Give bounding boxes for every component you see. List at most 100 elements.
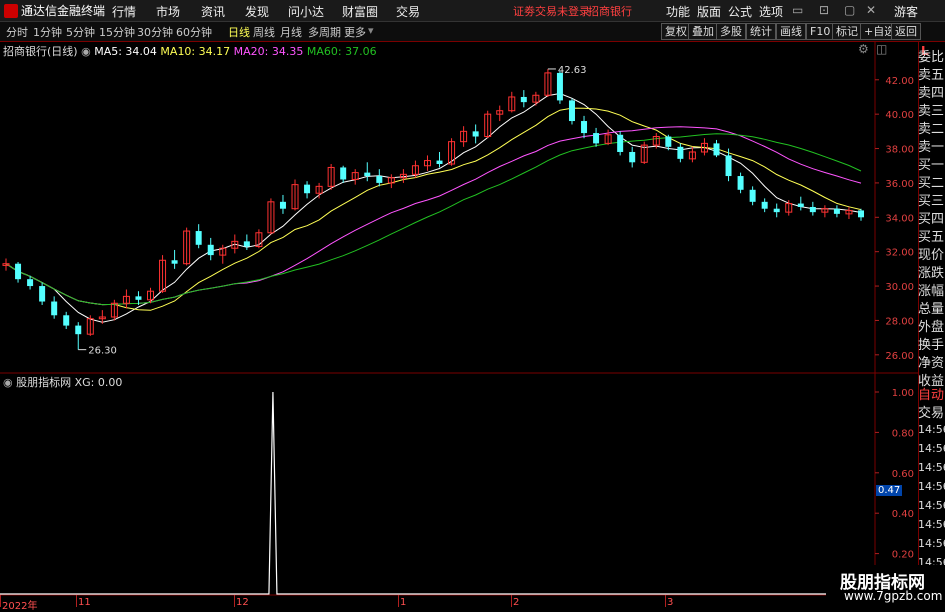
ytick-label: 42.00 (885, 76, 914, 87)
candle-body (436, 160, 443, 165)
candle-body (677, 146, 684, 159)
overlay-button[interactable]: 叠加 (688, 23, 718, 40)
menu-item-faxian[interactable]: 发现 (245, 3, 269, 20)
restore-icon[interactable]: ⊡ (819, 3, 829, 17)
quote-label: 委比 (918, 50, 945, 65)
menu-item-banmian[interactable]: 版面 (697, 3, 721, 20)
maximize-icon[interactable]: ▢ (844, 3, 855, 17)
candle-body (665, 136, 672, 147)
quote-label: 外盘 (918, 320, 945, 335)
menu-item-zixun[interactable]: 资讯 (201, 3, 225, 20)
period-more[interactable]: 更多 (344, 24, 366, 40)
trade-time: 14:56 (918, 537, 945, 550)
period-15min[interactable]: 15分钟 (99, 24, 135, 40)
trade-label[interactable]: 交易 (918, 402, 944, 421)
candle-body (617, 134, 624, 152)
menu-item-gongshi[interactable]: 公式 (728, 3, 752, 20)
ma-line-ma10 (5, 107, 862, 311)
quote-label: 现价 (918, 248, 945, 263)
candle-body (304, 184, 311, 194)
indicator-xg: XG: 0.00 (74, 376, 123, 389)
stats-button[interactable]: 统计 (746, 23, 776, 40)
back-button[interactable]: 返回 (891, 23, 921, 40)
candle-body (243, 241, 250, 247)
candle-body (773, 208, 780, 213)
candle-body (39, 286, 46, 302)
menu-item-wenxiaoda[interactable]: 问小达 (288, 3, 324, 20)
legend-ma20: MA20: 34.35 (233, 45, 304, 58)
menu-item-jiaoyi[interactable]: 交易 (396, 3, 420, 20)
expand-icon[interactable]: ◫ (876, 42, 887, 56)
candle-body (713, 143, 720, 156)
ytick-label: 32.00 (885, 248, 914, 259)
menu-item-caifuquan[interactable]: 财富圈 (342, 3, 378, 20)
settings-icon[interactable]: ⚙ (858, 42, 869, 56)
legend-ma10: MA10: 34.17 (160, 45, 231, 58)
menu-item-gongneng[interactable]: 功能 (666, 3, 690, 20)
sub-ytick-label: 0.60 (892, 469, 914, 480)
sub-ytick-label: 0.20 (892, 550, 914, 561)
period-1min[interactable]: 1分钟 (33, 24, 62, 40)
candle-body (63, 315, 70, 326)
chevron-down-icon[interactable]: ▾ (368, 24, 374, 37)
period-60min[interactable]: 60分钟 (176, 24, 212, 40)
multi-stock-button[interactable]: 多股 (716, 23, 746, 40)
period-weekly[interactable]: 周线 (253, 24, 275, 40)
sub-ytick-label: 1.00 (892, 388, 914, 399)
fuquan-button[interactable]: 复权 (661, 23, 691, 40)
f10-button[interactable]: F10 (806, 23, 835, 40)
sub-toggle-icon[interactable]: ◉ (3, 376, 13, 389)
broker-name[interactable]: 招商银行 (588, 3, 632, 19)
quote-label: 买二 (918, 176, 945, 191)
xg-signal-line (0, 391, 875, 595)
candle-body (568, 100, 575, 122)
mark-button[interactable]: 标记 (832, 23, 862, 40)
date-label: 12 (236, 597, 249, 608)
candle-body (279, 201, 286, 209)
candle-body (809, 206, 816, 213)
kline-chart[interactable]: 42.00 40.00 38.00 36.00 34.00 32.00 30.00 28.00… (0, 42, 918, 609)
app-title: 通达信金融终端 (4, 2, 105, 19)
candle-body (472, 131, 479, 137)
date-label: 3 (667, 597, 674, 608)
period-30min[interactable]: 30分钟 (137, 24, 173, 40)
period-daily[interactable]: 日线 (228, 24, 250, 40)
trade-time: 14:56 (918, 423, 945, 436)
ytick-label: 38.00 (885, 145, 914, 156)
minimize-icon[interactable]: ▭ (792, 3, 803, 17)
menu-item-xuanxiang[interactable]: 选项 (759, 3, 783, 20)
trade-label[interactable]: 自动 (918, 384, 944, 403)
candle-body (51, 301, 58, 316)
quote-label: 净资 (918, 356, 945, 371)
quote-label: 涨幅 (918, 284, 945, 299)
legend-toggle-icon[interactable]: ◉ (81, 45, 91, 58)
quote-label: 买四 (918, 212, 945, 227)
period-fenshi[interactable]: 分时 (6, 24, 28, 40)
candle-body (15, 263, 22, 280)
watermark: 股朋指标网 www.7gpzb.com (826, 565, 945, 609)
draw-button[interactable]: 画线 (776, 23, 806, 40)
period-5min[interactable]: 5分钟 (66, 24, 95, 40)
candle-body (376, 176, 383, 183)
date-tick (0, 595, 1, 607)
period-multi[interactable]: 多周期 (308, 24, 341, 40)
date-tick (665, 595, 666, 607)
quote-label: 总量 (918, 302, 945, 317)
period-monthly[interactable]: 月线 (280, 24, 302, 40)
candle-body (135, 296, 142, 300)
sub-chart: 1.000.800.600.400.200.00 (0, 388, 914, 601)
chart-grid: 42.00 40.00 38.00 36.00 34.00 32.00 30.00 28.00… (0, 42, 918, 609)
close-icon[interactable]: ✕ (866, 3, 876, 17)
login-status[interactable]: 证劵交易未登录 (513, 3, 590, 19)
trade-time: 14:56 (918, 480, 945, 493)
candle-body (858, 210, 864, 218)
ytick-label: 36.00 (885, 179, 914, 190)
ytick-label: 30.00 (885, 282, 914, 293)
quote-label: 卖二 (918, 122, 945, 137)
menu-item-shichang[interactable]: 市场 (156, 3, 180, 20)
sub-legend: ◉ 股朋指标网 XG: 0.00 (3, 374, 122, 390)
user-name[interactable]: 游客 (894, 3, 918, 20)
candle-body (556, 72, 563, 101)
menu-item-hangqing[interactable]: 行情 (112, 3, 136, 20)
quote-label: 买一 (918, 158, 945, 173)
